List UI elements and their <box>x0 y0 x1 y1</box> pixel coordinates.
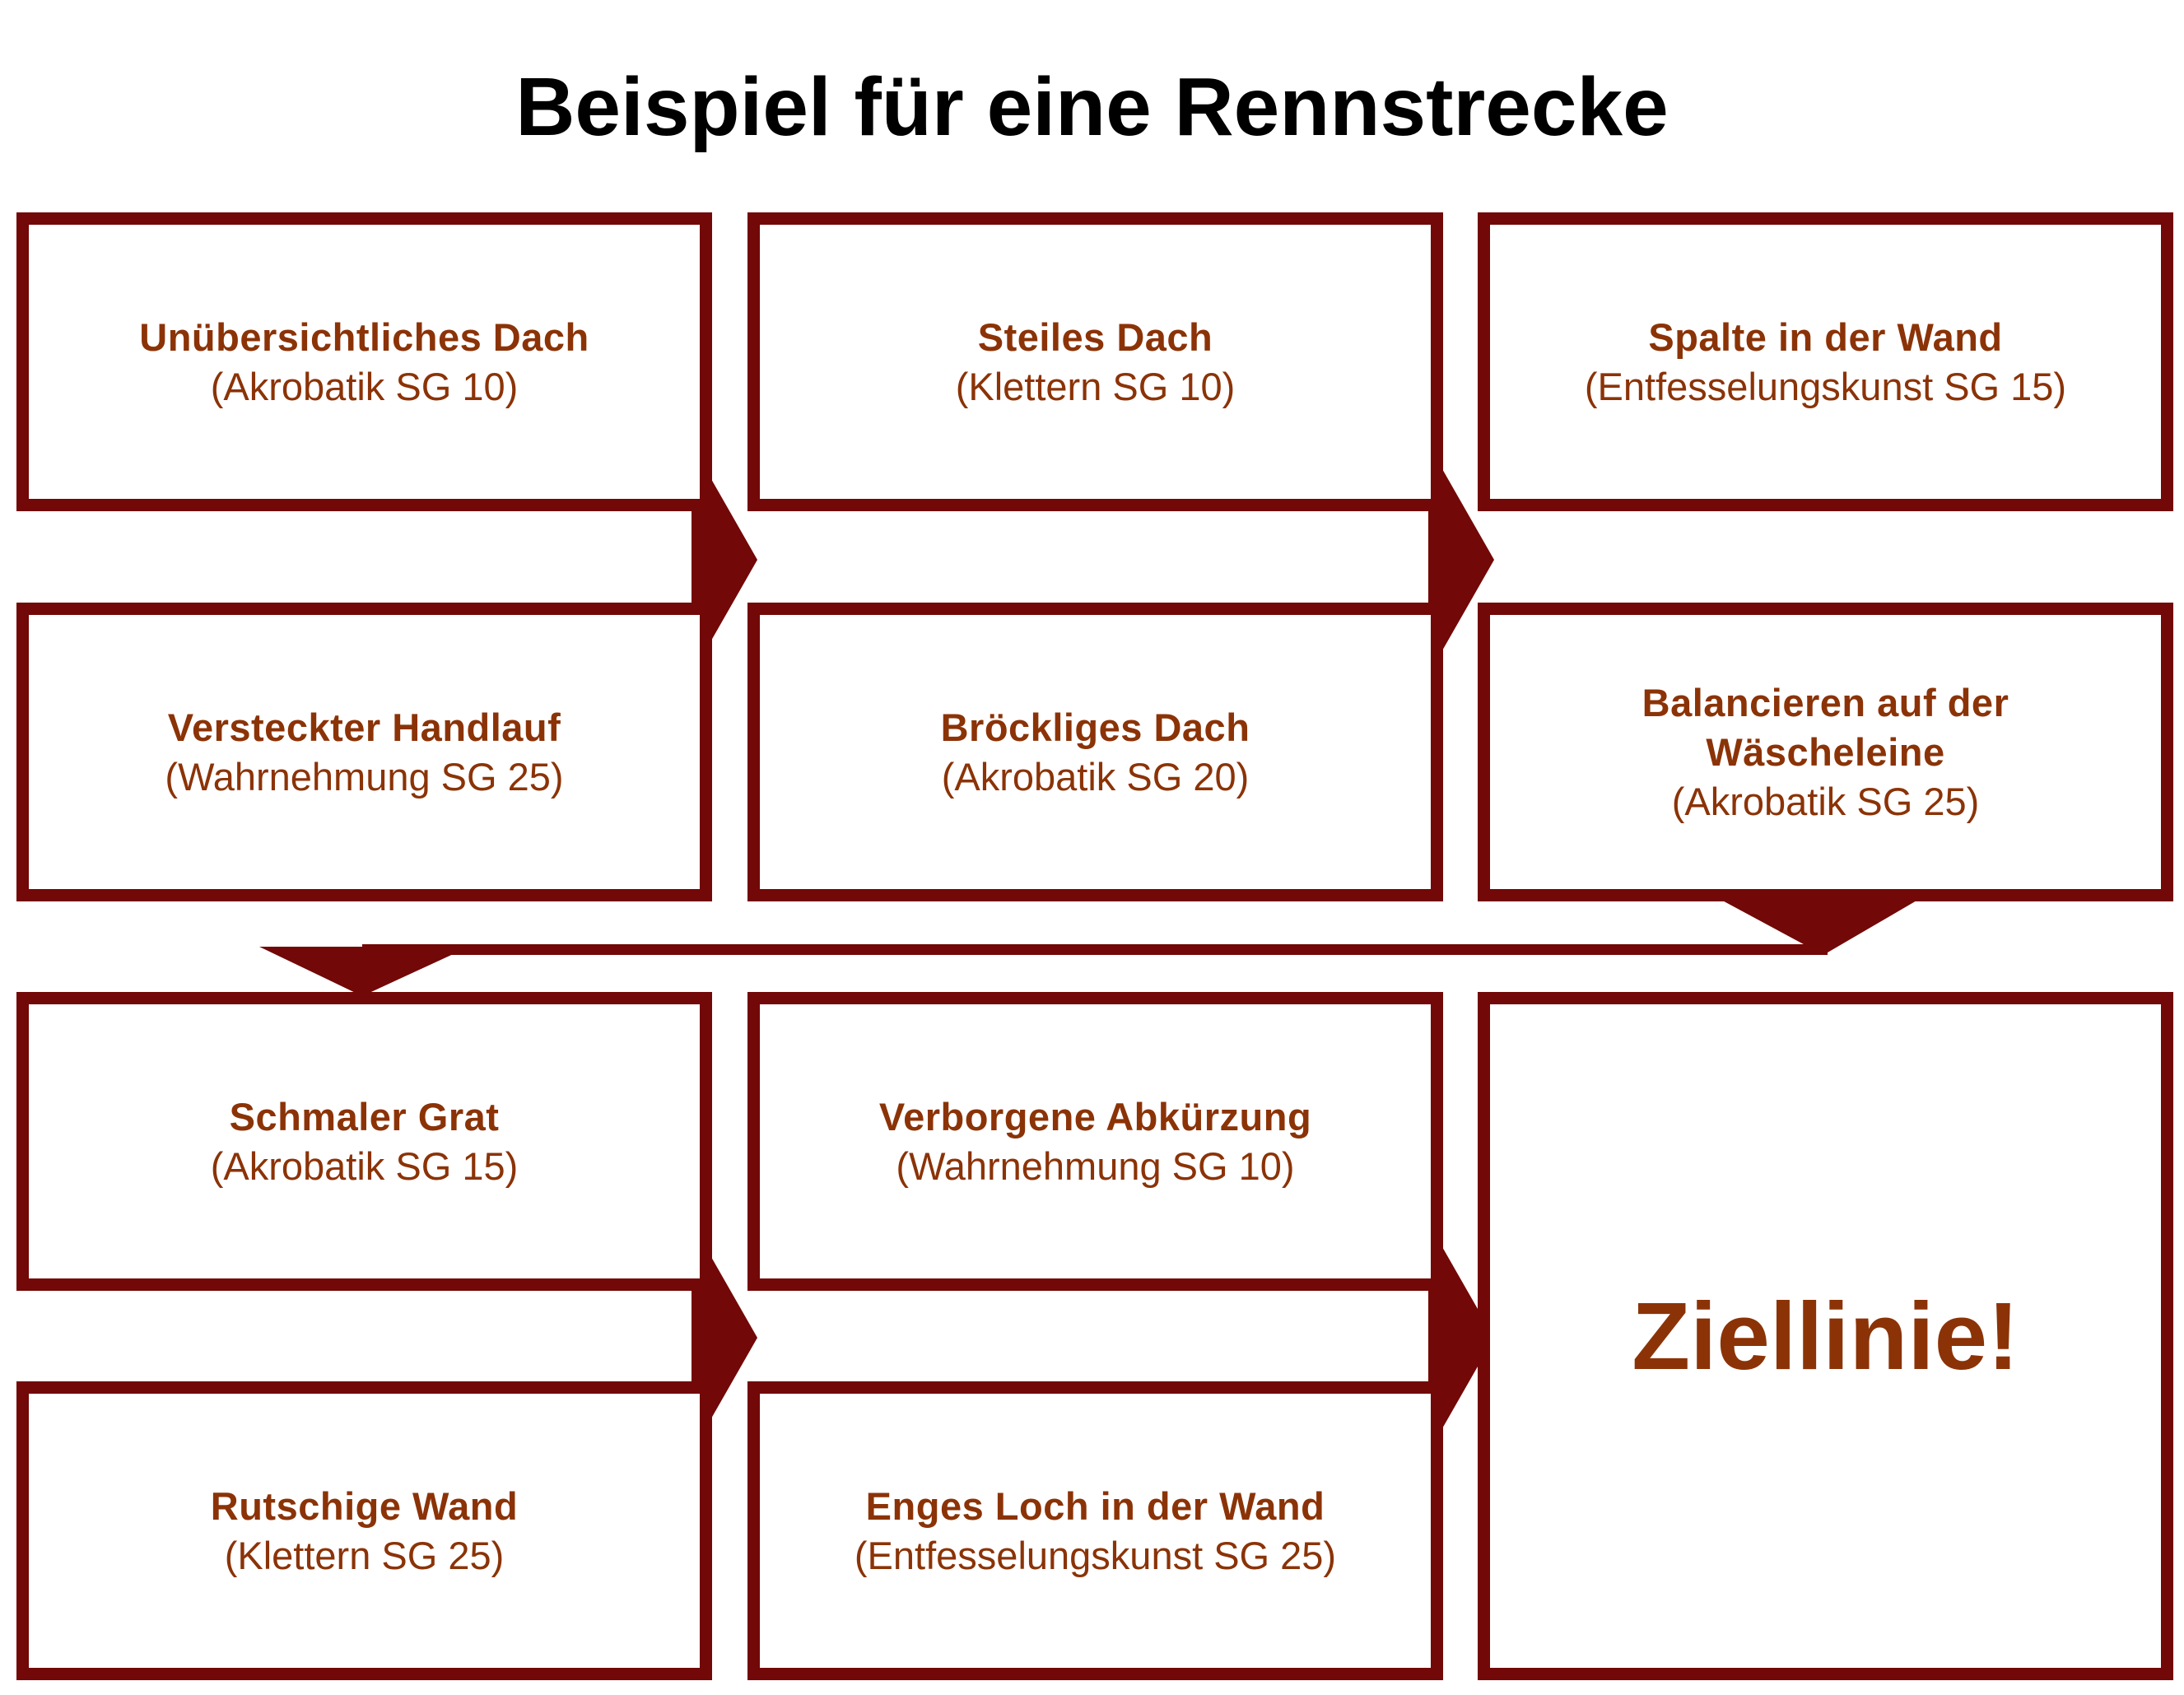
step-box-1: Unübersichtliches Dach (Akrobatik SG 10) <box>16 212 712 511</box>
step-check: (Wahrnehmung SG 10) <box>896 1143 1295 1188</box>
step-name: Steiles Dach <box>977 314 1213 359</box>
step-name: Enges Loch in der Wand <box>865 1483 1325 1528</box>
step-check: (Klettern SG 25) <box>224 1533 505 1577</box>
step-name: Rutschige Wand <box>210 1483 519 1528</box>
connector-line <box>362 944 1828 955</box>
step-check: (Akrobatik SG 15) <box>210 1143 519 1188</box>
step-name: Bröckliges Dach <box>940 705 1250 749</box>
step-name: Unübersichtliches Dach <box>139 314 589 359</box>
step-box-4: Bröckliges Dach (Akrobatik SG 20) <box>747 603 1443 901</box>
step-box-6: Balancieren auf der Wäscheleine (Akrobat… <box>1478 603 2173 901</box>
step-box-8: Rutschige Wand (Klettern SG 25) <box>16 1381 712 1680</box>
step-name: Verborgene Abkürzung <box>878 1094 1312 1139</box>
step-check: (Entfesselungskunst SG 15) <box>1584 364 2067 408</box>
step-box-10: Enges Loch in der Wand (Entfesselungskun… <box>747 1381 1443 1680</box>
step-name: Spalte in der Wand <box>1648 314 2003 359</box>
step-name: Balancieren auf der Wäscheleine <box>1641 680 2009 774</box>
step-box-3: Steiles Dach (Klettern SG 10) <box>747 212 1443 511</box>
step-box-2: Versteckter Handlauf (Wahrnehmung SG 25) <box>16 603 712 901</box>
step-box-5: Spalte in der Wand (Entfesselungskunst S… <box>1478 212 2173 511</box>
finish-label: Ziellinie! <box>1632 1283 2019 1390</box>
step-check: (Entfesselungskunst SG 25) <box>854 1533 1337 1577</box>
step-name: Schmaler Grat <box>229 1094 500 1139</box>
step-check: (Akrobatik SG 20) <box>941 754 1250 799</box>
arrow-down-left <box>259 947 469 996</box>
step-check: (Wahrnehmung SG 25) <box>165 754 564 799</box>
step-check: (Akrobatik SG 10) <box>210 364 519 408</box>
finish-box: Ziellinie! <box>1478 992 2173 1680</box>
step-box-9: Verborgene Abkürzung (Wahrnehmung SG 10) <box>747 992 1443 1291</box>
step-name: Versteckter Handlauf <box>167 705 561 749</box>
step-check: (Akrobatik SG 25) <box>1671 779 1980 823</box>
step-check: (Klettern SG 10) <box>955 364 1236 408</box>
step-box-7: Schmaler Grat (Akrobatik SG 15) <box>16 992 712 1291</box>
